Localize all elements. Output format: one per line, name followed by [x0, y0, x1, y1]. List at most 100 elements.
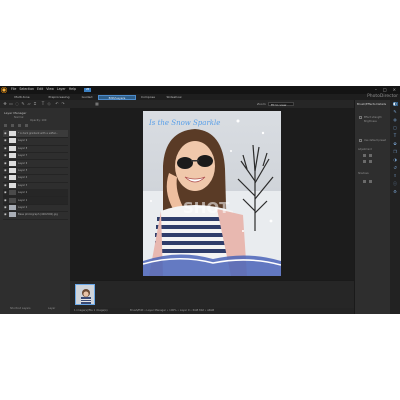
- visibility-eye-icon[interactable]: ◉: [4, 198, 7, 202]
- canvas-photo[interactable]: Is the Snow Sparkle SHOT: [143, 111, 281, 276]
- title-bar: File Selection Edit View Layer Help V8 –…: [0, 86, 400, 94]
- zoom-select[interactable]: Fit to view: [268, 101, 294, 106]
- details-panel-title: Brush/Effects Details: [357, 102, 387, 106]
- layer-thumbnail: [9, 190, 16, 196]
- menu-edit[interactable]: Edit: [37, 87, 43, 92]
- visibility-eye-icon[interactable]: ◉: [4, 161, 7, 165]
- opacity-field[interactable]: Opacity: 100: [30, 119, 46, 122]
- menu-help[interactable]: Help: [69, 87, 76, 92]
- status-bar: 1 image(s)/file 1 image(s) Brush/Edit • …: [70, 308, 354, 314]
- visibility-eye-icon[interactable]: ◉: [4, 169, 7, 172]
- shape-icon[interactable]: ◇: [47, 102, 51, 106]
- window-controls: – □ ×: [375, 87, 396, 92]
- redo-icon[interactable]: ↷: [61, 102, 65, 106]
- filter-icon[interactable]: ◍: [393, 118, 398, 122]
- layer-name: Layer 3: [18, 183, 28, 187]
- effect-strength-checkbox[interactable]: [359, 116, 362, 119]
- settings-icon[interactable]: ⚙: [393, 190, 398, 194]
- layer-name: Layer 6: [18, 161, 28, 165]
- zoom-label: Zoom: [257, 102, 266, 106]
- duplicate-layer-icon[interactable]: [11, 124, 14, 127]
- adjust-icon[interactable]: ◐: [392, 102, 398, 106]
- delete-layer-icon[interactable]: [25, 124, 28, 127]
- menu-file[interactable]: File: [11, 87, 16, 92]
- eraser-icon[interactable]: ▱: [27, 102, 31, 106]
- effect-strength-label: Effect strength: [364, 116, 382, 119]
- shortcut-layers-button[interactable]: Shortcut Layers: [10, 307, 30, 310]
- layer-thumbnail: [9, 131, 16, 136]
- adjust-option-1[interactable]: [363, 154, 366, 157]
- layer-thumbnail: [9, 138, 16, 144]
- layer-icon[interactable]: ❐: [393, 150, 398, 154]
- details-panel: Brush/Effects Details Effect strength Br…: [354, 100, 391, 314]
- status-middle: Brush/Edit • Layer Manager • 100% • Laye…: [130, 309, 215, 312]
- close-button[interactable]: ×: [393, 87, 396, 92]
- adjustment-section: Adjustment: [358, 148, 372, 151]
- brush-tool-icon[interactable]: ✎: [393, 110, 398, 114]
- menu-selection[interactable]: Selection: [19, 87, 34, 92]
- sticker-icon[interactable]: ✿: [393, 142, 398, 146]
- crop-icon[interactable]: ⌗: [33, 102, 37, 106]
- visibility-eye-icon[interactable]: ◉: [4, 132, 7, 135]
- brush-icon[interactable]: ✎: [21, 102, 25, 106]
- layer-name: Layer 1: [18, 198, 28, 202]
- move-icon[interactable]: ✥: [3, 102, 7, 106]
- default-preset-checkbox[interactable]: [359, 139, 362, 142]
- undo-icon[interactable]: ↶: [55, 102, 59, 106]
- adjust-option-3[interactable]: [363, 160, 366, 163]
- layer-thumbnail: [9, 175, 16, 181]
- app-logo-icon: [1, 87, 7, 93]
- mask-layer-icon[interactable]: [18, 124, 21, 127]
- visibility-eye-icon[interactable]: ◉: [4, 213, 7, 216]
- layer-name: Layer 7: [18, 154, 28, 158]
- menu-layer[interactable]: Layer: [57, 87, 66, 92]
- layer-name: * A dark gradient with a softer...: [18, 132, 59, 135]
- brightness-label: Brightness: [364, 120, 377, 123]
- layer-thumbnail: [9, 182, 16, 188]
- layer-row[interactable]: ◉ Base photograph (400x500).jpg: [3, 211, 68, 220]
- history-icon[interactable]: ↺: [393, 166, 398, 170]
- layer-thumbnail: [9, 168, 16, 173]
- minimize-button[interactable]: –: [375, 87, 377, 92]
- layer-thumbnail: [9, 153, 16, 159]
- visibility-eye-icon[interactable]: ◉: [4, 139, 7, 142]
- layers-panel-title: Layer Manager: [4, 111, 27, 115]
- text-tool-icon[interactable]: T: [393, 134, 398, 138]
- overlay-text-top: Is the Snow Sparkle: [148, 119, 220, 127]
- lasso-icon[interactable]: ◌: [15, 102, 19, 106]
- layer-button[interactable]: Layer: [48, 307, 55, 310]
- visibility-eye-icon[interactable]: ◉: [4, 154, 7, 157]
- shadow-option-1[interactable]: [363, 180, 366, 183]
- mask-icon[interactable]: ◑: [393, 158, 398, 162]
- select-icon[interactable]: ▭: [9, 102, 13, 106]
- grid-icon[interactable]: ▦: [95, 102, 99, 106]
- layer-thumbnail: [9, 160, 16, 166]
- info-icon[interactable]: ⓘ: [393, 182, 398, 186]
- layer-name: Layer 2: [18, 191, 28, 195]
- adjust-option-4[interactable]: [369, 160, 372, 163]
- side-tool-strip: ◐ ✎ ◍ ▢ T ✿ ❐ ◑ ↺ ⇪ ⓘ ⚙: [390, 100, 400, 314]
- menu-view[interactable]: View: [46, 87, 54, 92]
- layer-name: Layer 9: [18, 139, 28, 143]
- layer-thumbnail: [9, 145, 16, 151]
- menu-bar: File Selection Edit View Layer Help: [11, 87, 76, 92]
- visibility-eye-icon[interactable]: ◉: [4, 146, 7, 150]
- layer-thumbnail: [9, 197, 16, 203]
- export-icon[interactable]: ⇪: [393, 174, 398, 178]
- film-thumbnail[interactable]: [75, 284, 95, 305]
- new-layer-icon[interactable]: [4, 124, 7, 127]
- layer-name: Layer 0: [18, 206, 28, 209]
- visibility-eye-icon[interactable]: ◉: [4, 176, 7, 179]
- visibility-eye-icon[interactable]: ◉: [4, 206, 7, 209]
- film-strip: [70, 280, 354, 309]
- visibility-eye-icon[interactable]: ◉: [4, 183, 7, 187]
- shadow-option-2[interactable]: [369, 180, 372, 183]
- text-icon[interactable]: T: [41, 102, 45, 106]
- frame-icon[interactable]: ▢: [393, 126, 398, 130]
- layer-thumbnail: [9, 205, 16, 210]
- layer-thumbnail: [9, 212, 16, 218]
- visibility-eye-icon[interactable]: ◉: [4, 191, 7, 194]
- adjust-option-2[interactable]: [369, 154, 372, 157]
- maximize-button[interactable]: □: [383, 87, 387, 92]
- blend-mode-select[interactable]: Normal: [14, 116, 23, 119]
